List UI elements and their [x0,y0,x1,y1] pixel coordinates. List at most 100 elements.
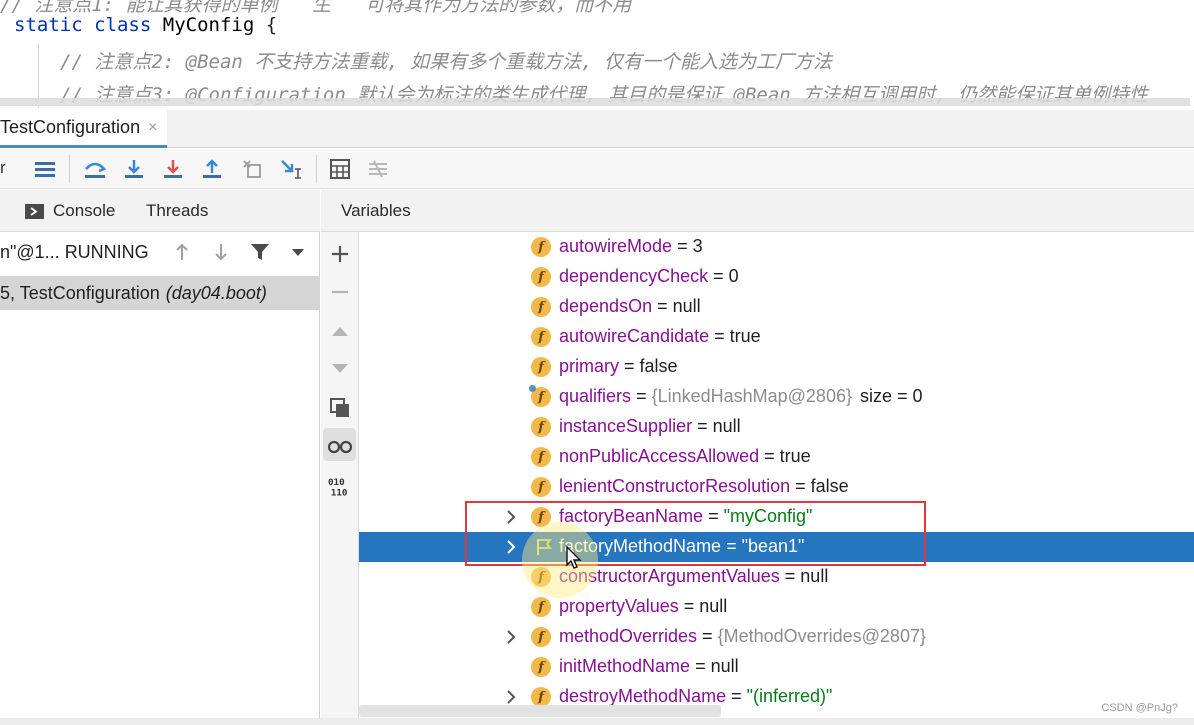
run-to-cursor-icon[interactable] [279,157,303,181]
variable-text: lenientConstructorResolution = false [559,476,849,497]
step-out-icon[interactable] [200,157,224,181]
variable-row-autowireMode[interactable]: f autowireMode = 3 [359,232,1194,262]
debugger-subtabs: Console Threads [0,190,320,232]
thread-label: n"@1... RUNNING [0,241,149,262]
tab-console[interactable]: Console [25,190,115,232]
variable-row-qualifiers[interactable]: f qualifiers = {LinkedHashMap@2806} size =… [359,382,1194,412]
variable-value: {LinkedHashMap@2806} [651,386,852,406]
variable-text: factoryMethodName = "bean1" [559,536,804,557]
tab-threads-label: Threads [146,201,209,220]
variable-name: constructorArgumentValues [559,566,780,586]
trace-current-stream-icon[interactable] [366,157,390,181]
variable-row-autowireCandidate[interactable]: f autowireCandidate = true [359,322,1194,352]
variables-horizontal-scrollbar[interactable] [359,705,721,717]
variable-equals: = [697,626,718,646]
variable-value: null [699,596,728,616]
variable-text: primary = false [559,356,678,377]
variable-text: factoryBeanName = "myConfig" [559,506,812,527]
chevron-right-icon[interactable] [504,688,518,706]
variable-equals: = [726,686,747,706]
variable-row-initMethodName[interactable]: f initMethodName = null [359,652,1194,682]
variable-row-instanceSupplier[interactable]: f instanceSupplier = null [359,412,1194,442]
drop-frame-icon[interactable] [240,157,264,181]
debug-tab-bar: TestConfiguration × [0,110,1194,148]
evaluate-expression-icon[interactable] [328,157,352,181]
variables-tree[interactable]: f autowireMode = 3 f dependencyCheck = 0 f de… [359,232,1194,712]
editor-horizontal-scrollbar[interactable] [0,98,1190,106]
variable-name: nonPublicAccessAllowed [559,446,760,466]
field-icon: f [531,687,551,707]
watermark: CSDN @PnJg? [1101,702,1178,714]
step-over-icon[interactable] [83,157,107,181]
console-icon [25,203,44,219]
arrow-up-icon[interactable] [170,240,194,264]
variable-row-dependencyCheck[interactable]: f dependencyCheck = 0 [359,262,1194,292]
variable-name: initMethodName [559,656,691,676]
code-editor[interactable]: // 注意点1: 能让其获得的单例 生 可将其作为方法的参数，而不用 stati… [0,0,1194,108]
variable-value: 0 [728,266,739,286]
variable-row-constructorArgumentValues[interactable]: f constructorArgumentValues = null [359,562,1194,592]
variable-row-lenientConstructorResolution[interactable]: f lenientConstructorResolution = false [359,472,1194,502]
variable-equals: = [703,506,724,526]
variable-row-dependsOn[interactable]: f dependsOn = null [359,292,1194,322]
variable-text: instanceSupplier = null [559,416,741,437]
variable-name: propertyValues [559,596,679,616]
chevron-right-icon[interactable] [504,508,518,526]
variable-value: "(inferred)" [746,686,833,706]
thread-selector[interactable]: n"@1... RUNNING [0,232,320,272]
variable-equals: = [619,356,640,376]
variable-name: lenientConstructorResolution [559,476,791,496]
variable-equals: = [790,476,811,496]
show-execution-point-icon[interactable] [33,157,57,181]
field-icon: f [531,267,551,287]
stack-frame-selected[interactable]: 5, TestConfiguration (day04.boot) [0,276,320,310]
toolbar-separator [69,155,70,183]
variable-row-methodOverrides[interactable]: f methodOverrides = {MethodOverrides@2807… [359,622,1194,652]
duplicate-watch-icon[interactable] [328,396,352,420]
variable-row-nonPublicAccessAllowed[interactable]: f nonPublicAccessAllowed = true [359,442,1194,472]
chevron-right-icon[interactable] [504,628,518,646]
force-step-into-icon[interactable] [161,157,185,181]
remove-watch-icon[interactable] [328,280,352,304]
field-icon: f [531,297,551,317]
variable-equals: = [652,296,673,316]
variable-equals: = [709,326,730,346]
debug-toolbar: r [0,149,1194,189]
variable-row-primary[interactable]: f primary = false [359,352,1194,382]
variable-name: factoryBeanName [559,506,704,526]
variable-row-factoryMethodName[interactable]: factoryMethodName = "bean1" [359,532,1194,562]
tab-test-configuration[interactable]: TestConfiguration × [0,110,168,148]
field-icon: f [531,237,551,257]
variable-row-factoryBeanName[interactable]: f factoryBeanName = "myConfig" [359,502,1194,532]
move-down-icon[interactable] [328,357,352,381]
glasses-icon[interactable] [328,435,352,459]
variable-name: autowireCandidate [559,326,710,346]
variable-value: null [672,296,701,316]
keyword-class: class [94,14,152,36]
variable-text: autowireCandidate = true [559,326,761,347]
status-strip [0,718,1194,725]
chevron-down-icon[interactable] [286,240,310,264]
step-into-icon[interactable] [122,157,146,181]
add-watch-icon[interactable] [328,242,352,266]
move-up-icon[interactable] [328,319,352,343]
arrow-down-icon[interactable] [209,240,233,264]
variable-text: constructorArgumentValues = null [559,566,828,587]
variable-row-propertyValues[interactable]: f propertyValues = null [359,592,1194,622]
binary-view-icon[interactable]: 010 110 [328,475,352,499]
variable-value: null [800,566,829,586]
variable-value: null [710,656,739,676]
field-icon: f [531,567,551,587]
filter-icon[interactable] [248,240,272,264]
variable-name: destroyMethodName [559,686,727,706]
chevron-right-icon[interactable] [504,538,518,556]
svg-text:110: 110 [331,487,348,498]
close-icon[interactable]: × [148,119,157,137]
frames-pane: Console Threads n"@1... RUNNING 5, TestC… [0,190,320,725]
tab-threads[interactable]: Threads [146,190,208,232]
field-icon: f [531,447,551,467]
code-class-declaration: static class MyConfig { [14,14,277,36]
tab-console-label: Console [53,201,116,220]
variable-equals: = [779,566,801,586]
variable-name: autowireMode [559,236,673,256]
